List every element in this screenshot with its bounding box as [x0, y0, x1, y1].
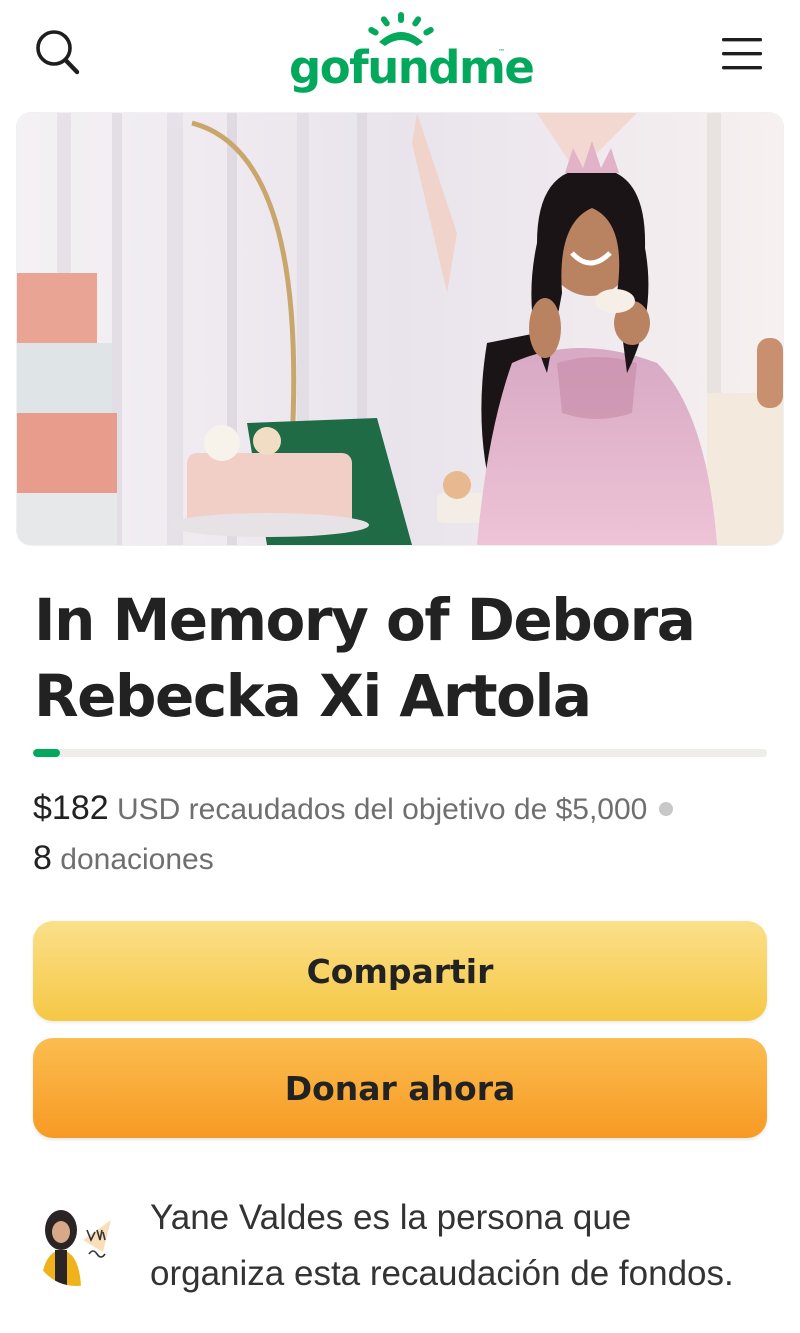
- separator-dot: [659, 802, 674, 816]
- logo-wordmark: gofundme: [289, 41, 535, 94]
- menu-button[interactable]: [716, 30, 770, 78]
- raised-amount: $182: [33, 789, 109, 827]
- campaign-title: In Memory of Debora Rebecka Xi Artola: [34, 586, 696, 730]
- donate-now-button[interactable]: Donar ahora: [33, 1038, 767, 1138]
- donation-label: donaciones: [60, 843, 214, 876]
- avatar-image: [33, 1200, 119, 1286]
- logo-trademark: ™: [498, 48, 505, 56]
- search-button[interactable]: [30, 26, 86, 82]
- progress-bar-fill: [33, 749, 60, 757]
- gofundme-logo[interactable]: gofundme ™: [285, 12, 535, 98]
- hamburger-menu-icon: [722, 38, 762, 70]
- top-bar: gofundme ™: [0, 0, 800, 110]
- campaign-hero-image[interactable]: [17, 113, 783, 545]
- organizer-description: Yane Valdes es la persona que organiza e…: [150, 1198, 734, 1293]
- donation-count: 8: [33, 839, 52, 877]
- search-icon: [36, 30, 80, 75]
- raised-goal-text: USD recaudados del objetivo de $5,000: [116, 793, 648, 826]
- progress-bar: [33, 749, 767, 757]
- hero-photo: [17, 113, 783, 545]
- organizer-avatar[interactable]: [33, 1200, 119, 1286]
- fundraising-stats: $182 USD recaudados del objetivo de $5,0…: [33, 784, 773, 884]
- share-button[interactable]: Compartir: [33, 921, 767, 1021]
- organizer-section: Yane Valdes es la persona que organiza e…: [33, 1190, 773, 1300]
